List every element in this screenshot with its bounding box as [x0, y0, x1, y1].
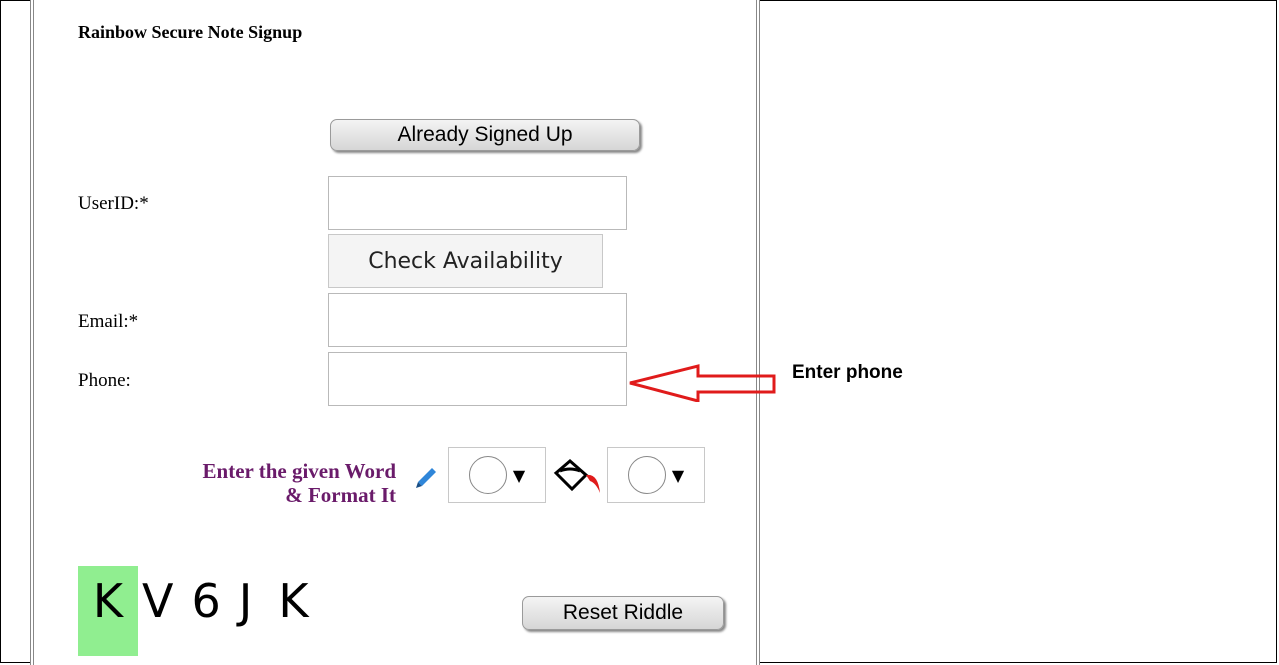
chevron-down-icon: ▼ [671, 465, 685, 485]
riddle-instruction-line1: Enter the given Word [202, 459, 396, 483]
captcha-letter: K [278, 574, 309, 628]
riddle-instruction-line2: & Format It [285, 483, 396, 507]
captcha-letter: K [78, 566, 138, 656]
already-signed-up-button[interactable]: Already Signed Up [330, 119, 640, 151]
phone-input[interactable] [328, 352, 627, 406]
riddle-instruction: Enter the given Word & Format It [100, 459, 396, 507]
email-input[interactable] [328, 293, 627, 347]
userid-input[interactable] [328, 176, 627, 230]
userid-label: UserID:* [78, 193, 149, 214]
red-arrow-icon [629, 364, 776, 402]
annotation-label: Enter phone [792, 362, 903, 383]
reset-riddle-button[interactable]: Reset Riddle [522, 596, 724, 630]
pencil-icon [416, 468, 436, 488]
highlight-color-swatch [627, 456, 666, 494]
paint-bucket-icon [553, 459, 600, 493]
form-title: Rainbow Secure Note Signup [78, 22, 303, 42]
phone-label: Phone: [78, 370, 131, 391]
email-label: Email:* [78, 311, 139, 332]
captcha-letter: 6 [191, 574, 221, 628]
highlight-color-picker[interactable]: ▼ [607, 447, 705, 503]
chevron-down-icon: ▼ [512, 465, 526, 485]
text-color-swatch [468, 456, 507, 494]
check-availability-button[interactable]: Check Availability [328, 234, 603, 288]
captcha-word: K V 6 J K [78, 566, 309, 656]
captcha-letter: J [238, 574, 253, 628]
text-color-picker[interactable]: ▼ [448, 447, 546, 503]
captcha-letter: V [142, 574, 174, 628]
